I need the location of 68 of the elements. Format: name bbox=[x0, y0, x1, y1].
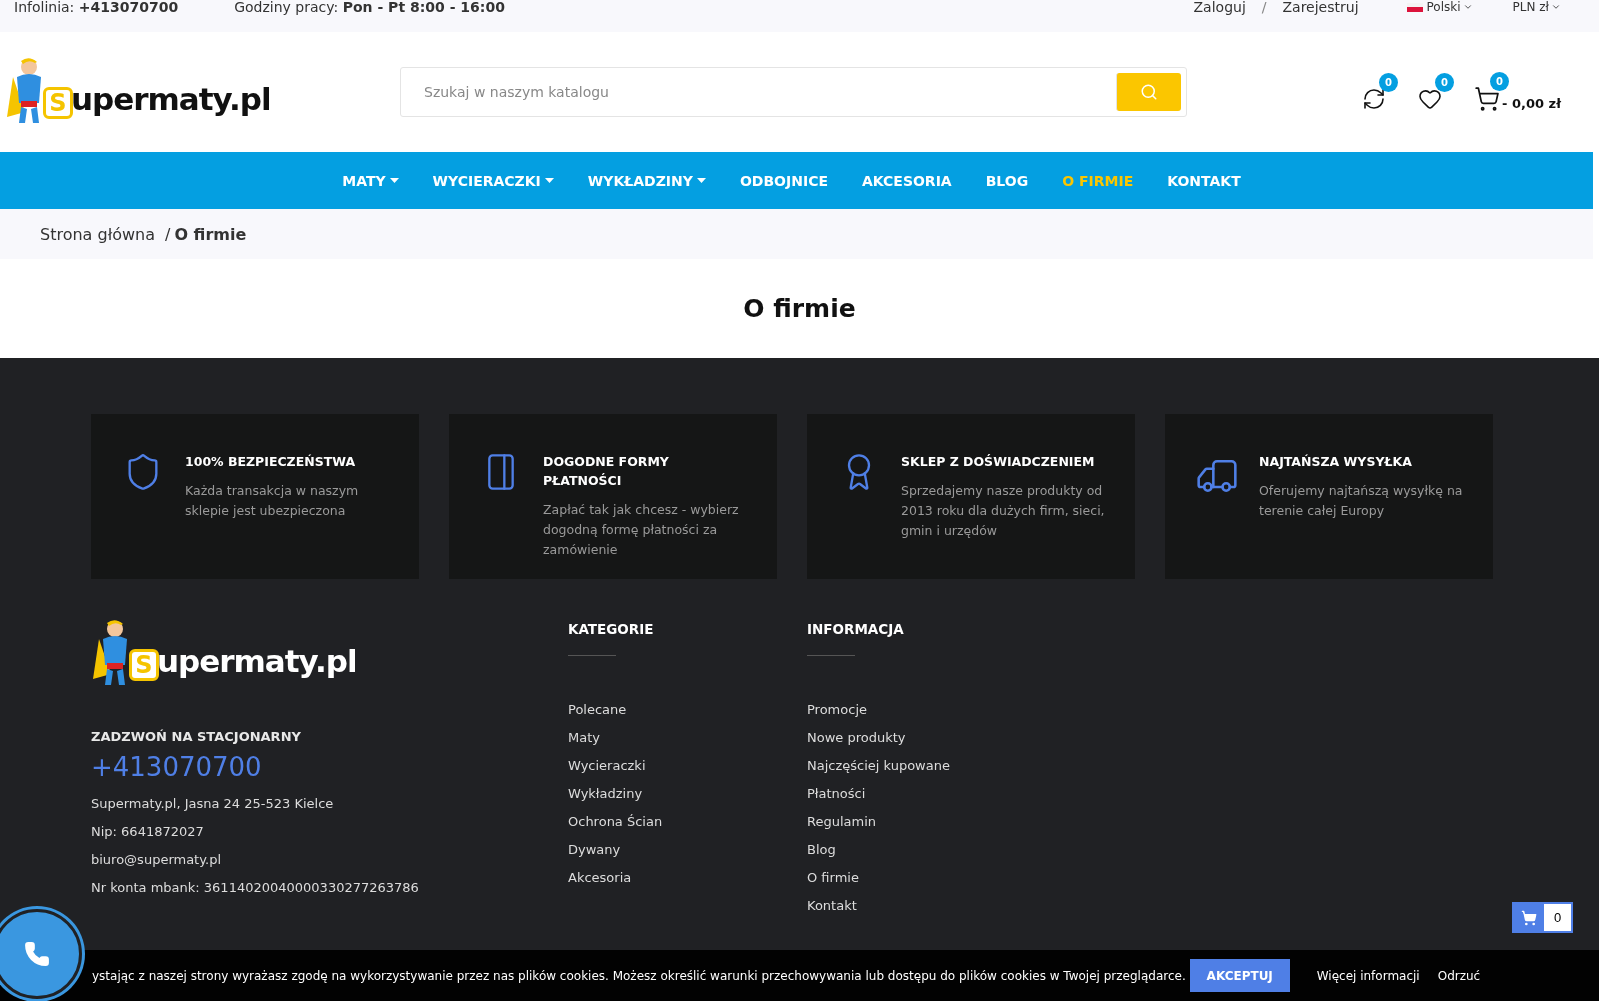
footer-link[interactable]: Regulamin bbox=[807, 808, 877, 836]
accept-button[interactable]: AKCEPTUJ bbox=[1189, 959, 1290, 992]
count-badge: 0 bbox=[1490, 72, 1510, 91]
breadcrumb-current: O firmie bbox=[174, 224, 247, 244]
footer-link[interactable]: Nowe produkty bbox=[807, 724, 906, 752]
cookie-text: ystając z naszej strony wyrażasz zgodę na wykorzystywanie przez nas plików cookies. Możesz określić warunki przechowywania lub dostępu do plików cookies w Twojej przeglądarce. bbox=[92, 968, 1186, 983]
count-badge: 0 bbox=[1379, 73, 1399, 92]
search-icon bbox=[1140, 83, 1158, 101]
count-badge: 0 bbox=[1435, 73, 1455, 92]
footer-link[interactable]: Wycieraczki bbox=[568, 752, 646, 780]
footer-link[interactable]: Ochrona Ścian bbox=[568, 808, 663, 836]
footer-link[interactable]: Najczęściej kupowane bbox=[807, 752, 950, 780]
feature-title: SKLEP Z DOŚWIADCZENIEM bbox=[901, 453, 1096, 471]
hours-text: Godziny pracy: Pon - Pt 8:00 - 16:00 bbox=[234, 0, 505, 14]
search-field[interactable]: Szukaj w naszym katalogu bbox=[400, 67, 1187, 117]
feature-title: 100% BEZPIECZEŃSTWA bbox=[185, 453, 357, 471]
footer-link[interactable]: Kontakt bbox=[807, 892, 857, 920]
cart-icon bbox=[1521, 909, 1537, 926]
cart-icon bbox=[1474, 86, 1501, 112]
footer-link[interactable]: Maty bbox=[568, 724, 600, 752]
cart-total: - 0,00 zł bbox=[1502, 95, 1561, 111]
feature-text: Każda transakcja w naszym sklepie jest ubezpieczona bbox=[185, 482, 360, 520]
address-text: Supermaty.pl, Jasna 24 25-523 Kielce bbox=[91, 795, 335, 813]
logo-text: upermaty.pl bbox=[71, 84, 271, 115]
column-title: INFORMACJA bbox=[807, 621, 904, 637]
flag-icon bbox=[1406, 2, 1423, 12]
phone-link[interactable]: +413070700 bbox=[91, 752, 568, 782]
footer-link[interactable]: Wykładziny bbox=[568, 780, 643, 808]
footer-link[interactable]: Promocje bbox=[807, 696, 867, 724]
footer-link[interactable]: Dywany bbox=[568, 836, 621, 864]
feature-text: Sprzedajemy nasze produkty od 2013 roku dla dużych firm, sieci, gmin i urzędów bbox=[901, 482, 1106, 540]
footer-link[interactable]: O firmie bbox=[807, 864, 859, 892]
nip-text: Nip: 6641872027 bbox=[91, 823, 205, 841]
heart-icon bbox=[1418, 87, 1443, 111]
footer-link[interactable]: Akcesoria bbox=[568, 864, 632, 892]
phone-icon bbox=[24, 941, 50, 967]
separator: / bbox=[1261, 0, 1267, 14]
call-heading: ZADZWOŃ NA STACJONARNY bbox=[91, 729, 302, 744]
currency-dropdown[interactable]: PLN zł bbox=[1512, 0, 1561, 14]
login-link[interactable]: Zaloguj bbox=[1193, 0, 1246, 14]
hotline-text: Infolinia: +413070700 bbox=[14, 0, 179, 14]
page-title: O firmie bbox=[743, 294, 856, 323]
footer-link[interactable]: Polecane bbox=[568, 696, 627, 724]
logo-letter: S bbox=[43, 87, 73, 119]
register-link[interactable]: Zarejestruj bbox=[1282, 0, 1359, 14]
language-dropdown[interactable]: Polski bbox=[1406, 0, 1473, 14]
floating-cart-button[interactable]: 0 bbox=[1512, 902, 1573, 933]
chevron-icon bbox=[1462, 2, 1473, 12]
feature-title: DOGODNE FORMY PŁATNOŚCI bbox=[543, 453, 670, 490]
breadcrumb-link[interactable]: Strona główna bbox=[40, 224, 155, 244]
cart-count: 0 bbox=[1544, 904, 1571, 931]
feature-text: Oferujemy najtańszą wysyłkę na terenie całej Europy bbox=[1259, 482, 1464, 520]
breadcrumb-separator: / bbox=[165, 224, 171, 244]
column-title: KATEGORIE bbox=[568, 621, 654, 637]
logo-letter: S bbox=[129, 649, 159, 681]
more-info-link[interactable]: Więcej informacji bbox=[1316, 968, 1420, 983]
reject-link[interactable]: Odrzuć bbox=[1437, 968, 1481, 983]
feature-title: NAJTAŃSZA WYSYŁKA bbox=[1259, 453, 1413, 471]
cart-button[interactable]: 0 - 0,00 zł bbox=[1474, 72, 1573, 112]
chevron-icon bbox=[1551, 2, 1561, 12]
email-text: biuro@supermaty.pl bbox=[91, 851, 223, 869]
footer-link[interactable]: Blog bbox=[807, 836, 836, 864]
call-button[interactable] bbox=[0, 909, 82, 999]
footer-link[interactable]: Płatności bbox=[807, 780, 866, 808]
logo-text: upermaty.pl bbox=[157, 646, 357, 677]
sync-icon bbox=[1362, 87, 1387, 111]
bank-account-text: Nr konta mbank: 36114020040000330277263786 bbox=[91, 879, 420, 897]
feature-text: Zapłać tak jak chcesz - wybierz dogodną formę płatności za zamówienie bbox=[543, 501, 740, 559]
